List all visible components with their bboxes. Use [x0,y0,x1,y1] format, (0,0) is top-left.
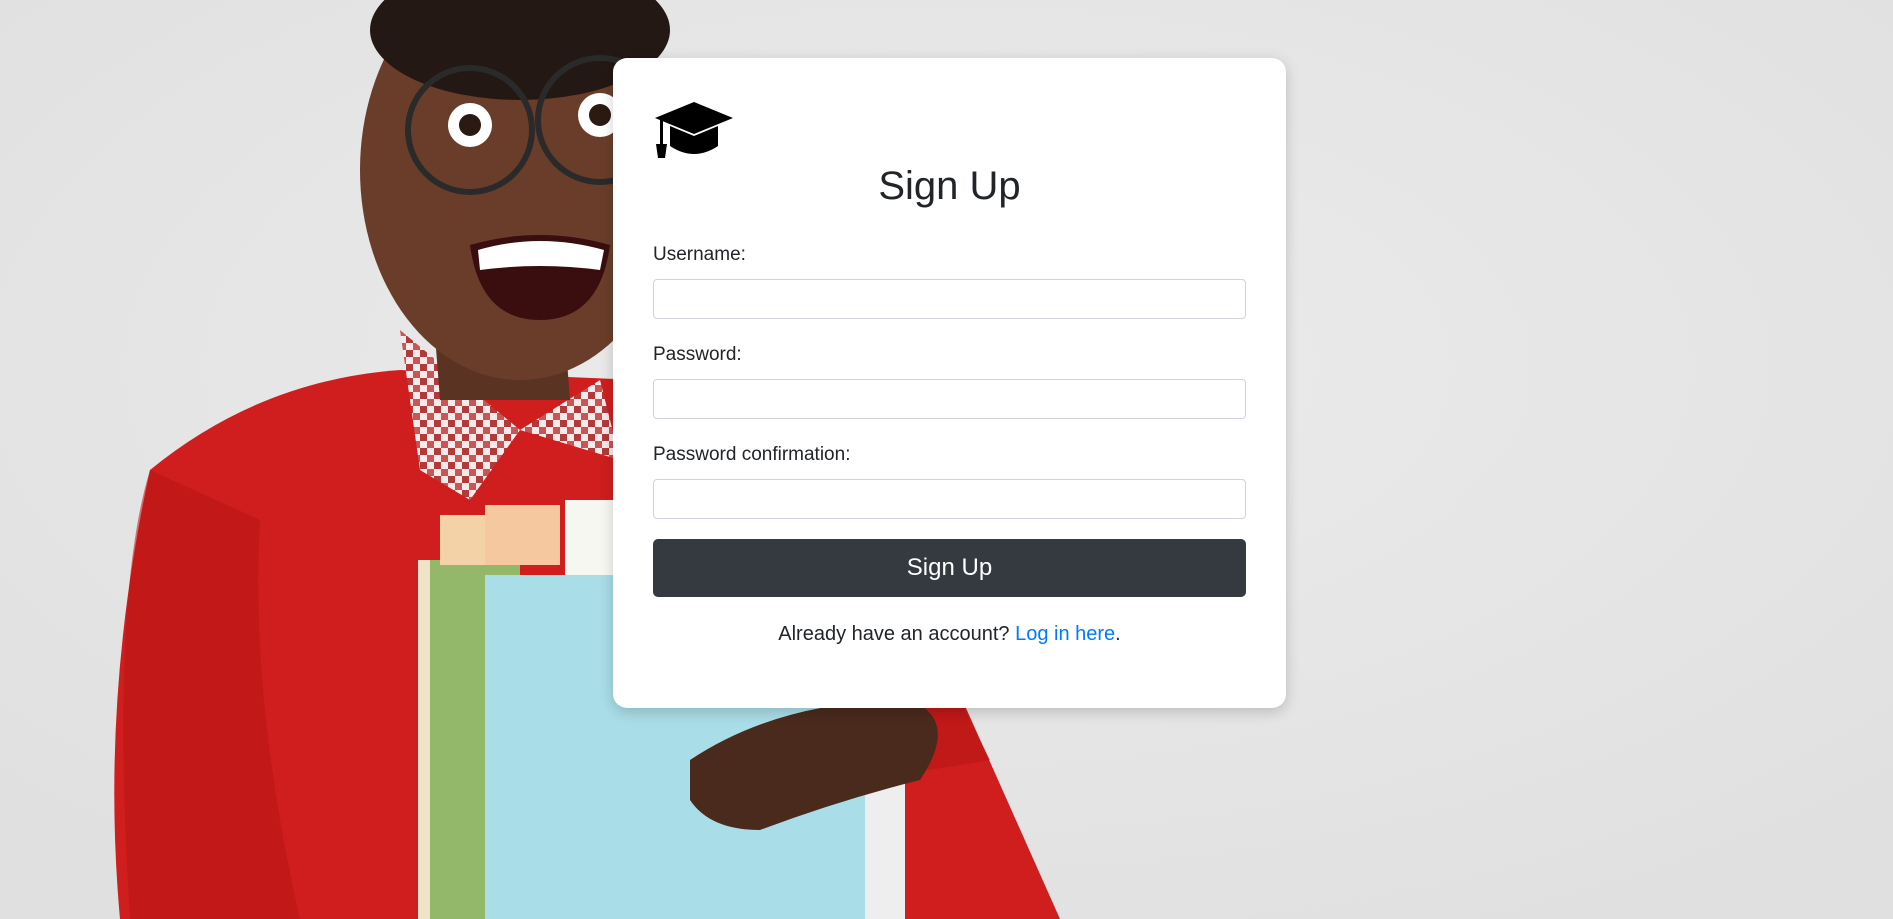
password-label: Password: [653,344,742,365]
username-field[interactable] [653,279,1246,319]
graduation-cap-icon [655,102,733,158]
password-field[interactable] [653,379,1246,419]
login-link[interactable]: Log in here [1015,623,1115,645]
signup-card: Sign Up Username: Password: Password con… [613,58,1286,708]
username-label: Username: [653,244,746,265]
password-confirmation-field[interactable] [653,479,1246,519]
login-prompt-text: Already have an account? [778,623,1016,645]
login-prompt: Already have an account? Log in here. [613,622,1286,646]
password-confirmation-label: Password confirmation: [653,444,851,465]
page-title: Sign Up [878,164,1021,208]
sign-up-button[interactable]: Sign Up [653,539,1246,597]
login-prompt-suffix: . [1115,623,1121,645]
